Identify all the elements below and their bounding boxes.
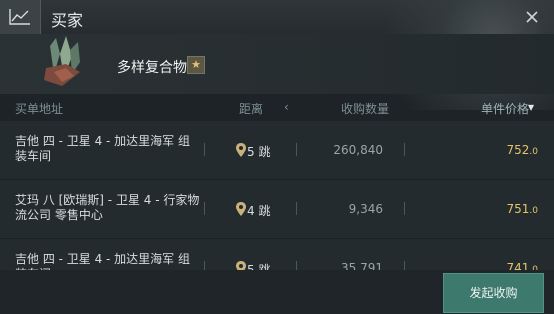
divider — [404, 143, 405, 156]
order-price: 751.0 — [506, 202, 539, 216]
price-history-button[interactable] — [0, 0, 41, 34]
column-distance[interactable]: 距离 — [239, 100, 263, 117]
item-name: 多样复合物 — [117, 60, 187, 76]
location-pin-icon — [236, 143, 246, 157]
sort-arrow-icon[interactable]: ‹ — [284, 100, 289, 114]
order-price: 752.0 — [506, 143, 539, 157]
line-chart-icon — [9, 9, 30, 25]
order-address: 吉他 四 - 卫星 4 - 加达里海军 组装车间 — [15, 134, 190, 163]
location-pin-icon — [236, 202, 246, 216]
column-quantity[interactable]: 收购数量 — [341, 100, 389, 117]
chevron-down-icon[interactable]: ▾ — [528, 100, 534, 114]
order-address: 艾玛 八 [欧瑞斯] - 卫星 4 - 行家物流公司 零售中心 — [15, 193, 200, 222]
order-row[interactable]: 吉他 四 - 卫星 4 - 加达里海军 组装车间 5 跳 260,840 752… — [0, 121, 554, 180]
divider — [296, 143, 297, 156]
order-distance: 4 跳 — [247, 204, 271, 218]
star-badge: ★ — [187, 56, 205, 74]
divider — [204, 143, 205, 156]
column-address[interactable]: 买单地址 — [15, 100, 63, 117]
column-price[interactable]: 单件价格 — [481, 100, 529, 117]
close-button[interactable] — [520, 6, 544, 28]
order-row[interactable]: 艾玛 八 [欧瑞斯] - 卫星 4 - 行家物流公司 零售中心 4 跳 9,34… — [0, 180, 554, 239]
divider — [204, 202, 205, 215]
order-quantity: 260,840 — [333, 143, 383, 157]
order-quantity: 9,346 — [348, 202, 383, 216]
place-buy-order-button[interactable]: 发起收购 — [443, 273, 544, 313]
column-header: 买单地址 距离 ‹ 收购数量 单件价格 ▾ — [0, 96, 554, 120]
divider — [296, 202, 297, 215]
order-distance: 5 跳 — [247, 145, 271, 159]
crystal-icon[interactable] — [36, 34, 88, 90]
close-icon — [526, 11, 538, 23]
window-title: 买家 — [51, 11, 84, 30]
divider — [404, 202, 405, 215]
